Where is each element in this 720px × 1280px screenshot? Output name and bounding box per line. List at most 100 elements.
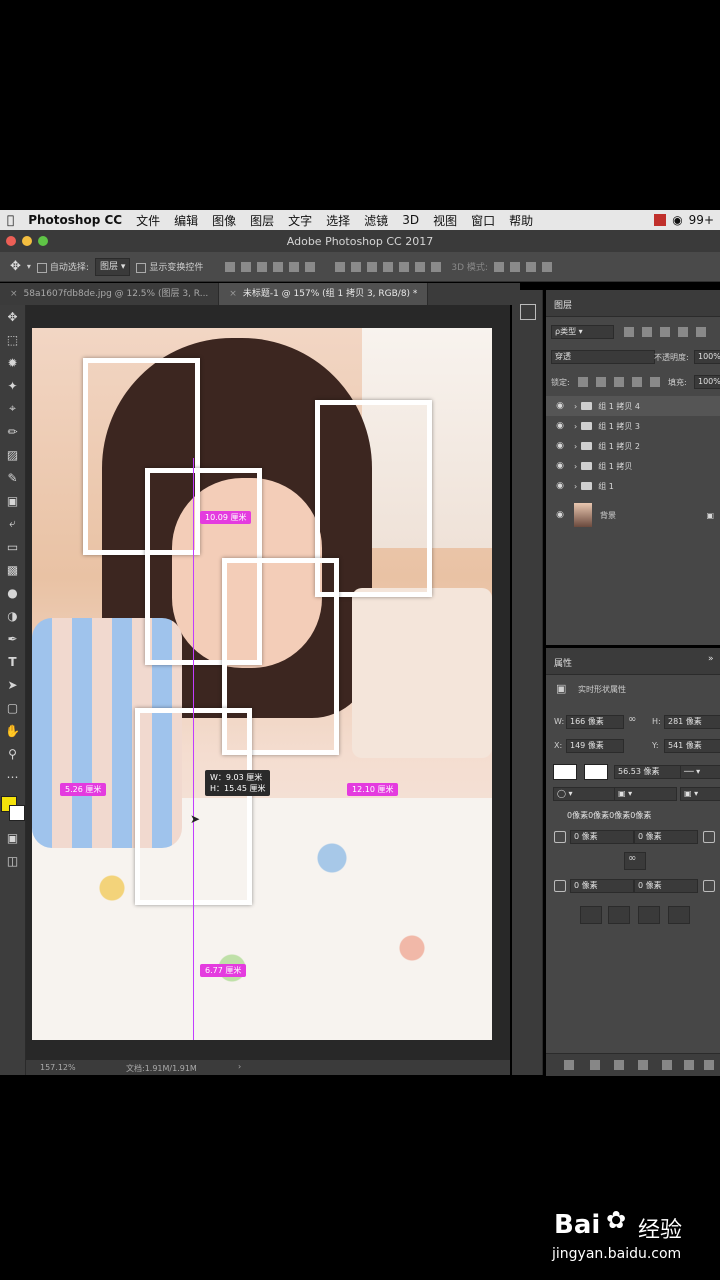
zoom-tool-icon[interactable]: ⚲ — [0, 742, 25, 765]
auto-select-checkbox[interactable]: 自动选择: — [36, 260, 89, 273]
path-intersect-button[interactable] — [638, 906, 660, 924]
add-mask-icon[interactable] — [614, 1060, 624, 1070]
menu-filter[interactable]: 滤镜 — [357, 212, 395, 229]
distribute-right-icon[interactable] — [415, 261, 426, 272]
corner-radius-bottom-left[interactable]: 0 像素 — [570, 879, 634, 893]
stroke-width-field[interactable]: 56.53 像素 — [614, 765, 682, 779]
expand-chevron-icon[interactable]: › — [574, 422, 577, 431]
fill-color-swatch[interactable] — [553, 764, 577, 780]
distribute-bottom-icon[interactable] — [367, 261, 378, 272]
stroke-align-select[interactable]: ◯ ▾ — [553, 787, 616, 801]
eyedropper-tool-icon[interactable]: ✏ — [0, 420, 25, 443]
menu-app-name[interactable]: Photoshop CC — [21, 213, 129, 227]
filter-pixel-icon[interactable] — [624, 327, 634, 337]
stroke-options-select[interactable]: ▣ ▾ — [680, 787, 720, 801]
status-zoom[interactable]: 157.12% — [40, 1063, 76, 1072]
menu-select[interactable]: 选择 — [319, 212, 357, 229]
align-top-icon[interactable] — [225, 261, 236, 272]
history-brush-tool-icon[interactable]: ⤶ — [0, 512, 25, 535]
rectangle-tool-icon[interactable]: ▢ — [0, 696, 25, 719]
align-bottom-icon[interactable] — [257, 261, 268, 272]
link-wh-icon[interactable]: ∞ — [628, 714, 636, 725]
align-left-icon[interactable] — [273, 261, 284, 272]
lock-position-icon[interactable] — [614, 377, 624, 387]
align-vcenter-icon[interactable] — [241, 261, 252, 272]
auto-align-icon[interactable] — [431, 261, 442, 272]
pen-tool-icon[interactable]: ✒ — [0, 627, 25, 650]
width-field[interactable]: 166 像素 — [566, 715, 624, 729]
brush-tool-icon[interactable]: ✎ — [0, 466, 25, 489]
filter-type-icon[interactable] — [660, 327, 670, 337]
move-tool-icon[interactable]: ✥ — [10, 259, 21, 274]
y-field[interactable]: 541 像素 — [664, 739, 720, 753]
link-layers-icon[interactable] — [564, 1060, 574, 1070]
hand-tool-icon[interactable]: ✋ — [0, 719, 25, 742]
menu-help[interactable]: 帮助 — [502, 212, 540, 229]
3d-rotate-icon[interactable] — [493, 261, 504, 272]
distribute-top-icon[interactable] — [335, 261, 346, 272]
auto-select-target-select[interactable]: 图层 ▾ — [94, 257, 131, 276]
visibility-eye-icon[interactable]: ◉ — [554, 510, 566, 520]
corner-radius-bottom-right[interactable]: 0 像素 — [634, 879, 698, 893]
lasso-tool-icon[interactable]: ✹ — [0, 351, 25, 374]
layer-item-group-copy-2[interactable]: ◉ › 组 1 拷贝 2 — [546, 436, 720, 456]
menu-layer[interactable]: 图层 — [243, 212, 281, 229]
menu-edit[interactable]: 编辑 — [167, 212, 205, 229]
tab-jpg-document[interactable]: × 58a1607fdb8de.jpg @ 12.5% (图层 3, R... — [0, 283, 220, 305]
filter-shape-icon[interactable] — [678, 327, 688, 337]
panel-collapse-icon[interactable]: » — [708, 654, 714, 664]
magic-wand-tool-icon[interactable]: ✦ — [0, 374, 25, 397]
tab-untitled-document[interactable]: × 未标题-1 @ 157% (组 1 拷贝 3, RGB/8) * — [219, 283, 429, 305]
healing-brush-tool-icon[interactable]: ▨ — [0, 443, 25, 466]
path-subtract-button[interactable] — [608, 906, 630, 924]
menu-file[interactable]: 文件 — [129, 212, 167, 229]
layer-item-group-copy-4[interactable]: ◉ › 组 1 拷贝 4 — [546, 396, 720, 416]
gradient-tool-icon[interactable]: ▩ — [0, 558, 25, 581]
expand-chevron-icon[interactable]: › — [574, 442, 577, 451]
distribute-hcenter-icon[interactable] — [399, 261, 410, 272]
path-exclude-button[interactable] — [668, 906, 690, 924]
expand-chevron-icon[interactable]: › — [574, 482, 577, 491]
height-field[interactable]: 281 像素 — [664, 715, 720, 729]
align-hcenter-icon[interactable] — [289, 261, 300, 272]
clone-stamp-tool-icon[interactable]: ▣ — [0, 489, 25, 512]
corner-radius-top-left[interactable]: 0 像素 — [570, 830, 634, 844]
layer-item-group-copy[interactable]: ◉ › 组 1 拷贝 — [546, 456, 720, 476]
stroke-style-select[interactable]: ── ▾ — [680, 765, 720, 779]
layers-panel-tab[interactable]: 图层 — [546, 290, 720, 317]
lock-artboard-icon[interactable] — [632, 377, 642, 387]
stroke-cap-select[interactable]: ▣ ▾ — [614, 787, 677, 801]
3d-slide-icon[interactable] — [541, 261, 552, 272]
status-menu-chevron-icon[interactable]: › — [238, 1062, 241, 1071]
menu-3d[interactable]: 3D — [395, 213, 426, 227]
close-icon[interactable]: × — [229, 289, 237, 299]
properties-panel-tab[interactable]: 属性 » — [546, 648, 720, 675]
visibility-eye-icon[interactable]: ◉ — [554, 441, 566, 451]
dodge-tool-icon[interactable]: ◑ — [0, 604, 25, 627]
new-group-icon[interactable] — [662, 1060, 672, 1070]
trash-icon[interactable] — [704, 1060, 714, 1070]
3d-roll-icon[interactable] — [509, 261, 520, 272]
apple-icon[interactable]:  — [0, 213, 21, 227]
menu-window[interactable]: 窗口 — [464, 212, 502, 229]
path-combine-button[interactable] — [580, 906, 602, 924]
layer-item-group-copy-3[interactable]: ◉ › 组 1 拷贝 3 — [546, 416, 720, 436]
more-tools-icon[interactable]: ⋯ — [0, 765, 25, 788]
path-select-tool-icon[interactable]: ➤ — [0, 673, 25, 696]
3d-drag-icon[interactable] — [525, 261, 536, 272]
layer-item-group-1[interactable]: ◉ › 组 1 — [546, 476, 720, 496]
menu-type[interactable]: 文字 — [281, 212, 319, 229]
corner-radius-top-right[interactable]: 0 像素 — [634, 830, 698, 844]
distribute-vcenter-icon[interactable] — [351, 261, 362, 272]
visibility-eye-icon[interactable]: ◉ — [554, 461, 566, 471]
wechat-icon[interactable]: ◉ — [672, 213, 682, 227]
crop-tool-icon[interactable]: ⌖ — [0, 397, 25, 420]
menu-view[interactable]: 视图 — [426, 212, 464, 229]
history-panel-icon[interactable] — [520, 304, 536, 320]
quick-mask-icon[interactable]: ▣ — [0, 826, 25, 849]
eraser-tool-icon[interactable]: ▭ — [0, 535, 25, 558]
x-field[interactable]: 149 像素 — [566, 739, 624, 753]
filter-smart-object-icon[interactable] — [696, 327, 706, 337]
close-icon[interactable]: × — [10, 289, 18, 299]
move-tool-icon[interactable]: ✥ — [0, 305, 25, 328]
